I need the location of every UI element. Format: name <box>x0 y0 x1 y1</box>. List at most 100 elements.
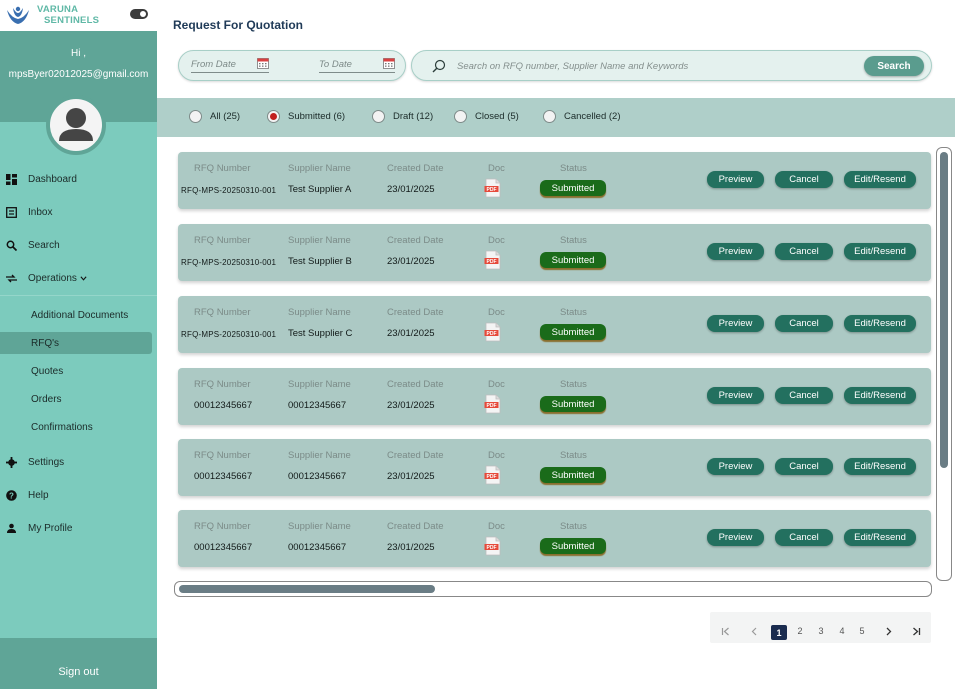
rfq-number: RFQ-MPS-20250310-001 <box>181 186 277 195</box>
vertical-scrollbar[interactable] <box>936 147 952 581</box>
page-1-button[interactable]: 1 <box>771 625 787 640</box>
prev-page-button[interactable] <box>748 624 760 638</box>
avatar[interactable] <box>46 95 106 155</box>
column-header-rfq: RFQ Number <box>194 235 251 246</box>
status-badge: Submitted <box>540 538 606 554</box>
created-date: 23/01/2025 <box>387 256 435 267</box>
page-2-button[interactable]: 2 <box>794 624 806 638</box>
preview-button[interactable]: Preview <box>707 171 764 188</box>
pdf-icon[interactable]: PDF <box>484 178 502 198</box>
filter-cancelled[interactable]: Cancelled (2) <box>543 110 621 123</box>
supplier-name: Test Supplier C <box>288 328 353 339</box>
page-5-button[interactable]: 5 <box>856 624 868 638</box>
column-header-status: Status <box>560 235 587 246</box>
cancel-button[interactable]: Cancel <box>775 243 833 260</box>
last-page-icon <box>912 627 920 635</box>
svg-text:?: ? <box>9 491 14 500</box>
first-page-button[interactable] <box>719 624 731 638</box>
search-button[interactable]: Search <box>864 56 924 76</box>
column-header-doc: Doc <box>488 235 505 246</box>
page-3-button[interactable]: 3 <box>815 624 827 638</box>
rfq-card: RFQ Number Supplier Name Created Date Do… <box>178 296 931 353</box>
radio-button[interactable] <box>454 110 467 123</box>
pdf-icon[interactable]: PDF <box>484 465 502 485</box>
sidebar-item-help[interactable]: ? Help <box>0 484 157 506</box>
pdf-icon[interactable]: PDF <box>484 322 502 342</box>
sign-out-button[interactable]: Sign out <box>0 638 157 689</box>
filter-draft[interactable]: Draft (12) <box>372 110 433 123</box>
filter-submitted[interactable]: Submitted (6) <box>267 110 345 123</box>
column-header-rfq: RFQ Number <box>194 379 251 390</box>
edit-resend-button[interactable]: Edit/Resend <box>844 458 916 475</box>
radio-button[interactable] <box>189 110 202 123</box>
pdf-icon[interactable]: PDF <box>484 394 502 414</box>
column-header-status: Status <box>560 379 587 390</box>
created-date: 23/01/2025 <box>387 471 435 482</box>
chevron-right-icon <box>886 627 891 635</box>
calendar-icon[interactable] <box>383 57 395 69</box>
search-input[interactable] <box>457 59 837 74</box>
edit-resend-button[interactable]: Edit/Resend <box>844 529 916 546</box>
radio-button-selected[interactable] <box>267 110 280 123</box>
sidebar-subitem-orders[interactable]: Orders <box>0 388 157 410</box>
brand-name-line1: VARUNA <box>37 4 79 15</box>
from-date-field[interactable]: From Date <box>191 58 269 73</box>
preview-button[interactable]: Preview <box>707 315 764 332</box>
rfq-number: 00012345667 <box>194 542 253 553</box>
column-header-doc: Doc <box>488 163 505 174</box>
calendar-icon[interactable] <box>257 57 269 69</box>
radio-button[interactable] <box>372 110 385 123</box>
last-page-button[interactable] <box>910 624 922 638</box>
radio-button[interactable] <box>543 110 556 123</box>
sidebar-subitem-additional-documents[interactable]: Additional Documents <box>0 304 157 326</box>
sidebar-subitem-rfqs[interactable]: RFQ's <box>0 332 152 354</box>
vertical-scroll-thumb[interactable] <box>940 152 948 468</box>
horizontal-scroll-thumb[interactable] <box>179 585 435 593</box>
preview-button[interactable]: Preview <box>707 387 764 404</box>
sidebar-item-settings[interactable]: Settings <box>0 451 157 473</box>
theme-toggle[interactable] <box>130 9 148 19</box>
sidebar-subitem-confirmations[interactable]: Confirmations <box>0 416 157 438</box>
sidebar-item-operations[interactable]: Operations <box>0 267 157 289</box>
preview-button[interactable]: Preview <box>707 529 764 546</box>
inbox-icon <box>5 206 17 218</box>
cancel-button[interactable]: Cancel <box>775 387 833 404</box>
brand-logo-icon <box>7 6 29 24</box>
page-title: Request For Quotation <box>173 18 303 32</box>
pdf-icon-label: PDF <box>487 187 497 193</box>
preview-button[interactable]: Preview <box>707 243 764 260</box>
filter-all[interactable]: All (25) <box>189 110 240 123</box>
column-header-rfq: RFQ Number <box>194 450 251 461</box>
sidebar-item-label: My Profile <box>28 522 73 534</box>
sidebar-item-inbox[interactable]: Inbox <box>0 201 157 223</box>
edit-resend-button[interactable]: Edit/Resend <box>844 171 916 188</box>
column-header-created: Created Date <box>387 163 444 174</box>
sidebar-item-search[interactable]: Search <box>0 234 157 256</box>
column-header-supplier: Supplier Name <box>288 235 351 246</box>
cancel-button[interactable]: Cancel <box>775 171 833 188</box>
pdf-icon[interactable]: PDF <box>484 536 502 556</box>
next-page-button[interactable] <box>882 624 894 638</box>
horizontal-scrollbar[interactable] <box>174 581 932 597</box>
created-date: 23/01/2025 <box>387 328 435 339</box>
sidebar-subitem-quotes[interactable]: Quotes <box>0 360 157 382</box>
filter-label: All (25) <box>210 111 241 122</box>
cancel-button[interactable]: Cancel <box>775 529 833 546</box>
sidebar-item-my-profile[interactable]: My Profile <box>0 517 157 539</box>
to-date-placeholder: To Date <box>319 59 352 70</box>
brand-name-line2: SENTINELS <box>44 15 100 26</box>
rfq-card: RFQ Number Supplier Name Created Date Do… <box>178 224 931 281</box>
brand-header: VARUNA SENTINELS <box>0 0 157 31</box>
page-4-button[interactable]: 4 <box>836 624 848 638</box>
to-date-field[interactable]: To Date <box>319 58 395 73</box>
edit-resend-button[interactable]: Edit/Resend <box>844 243 916 260</box>
filter-closed[interactable]: Closed (5) <box>454 110 519 123</box>
cancel-button[interactable]: Cancel <box>775 315 833 332</box>
edit-resend-button[interactable]: Edit/Resend <box>844 387 916 404</box>
cancel-button[interactable]: Cancel <box>775 458 833 475</box>
preview-button[interactable]: Preview <box>707 458 764 475</box>
edit-resend-button[interactable]: Edit/Resend <box>844 315 916 332</box>
column-header-created: Created Date <box>387 235 444 246</box>
pdf-icon[interactable]: PDF <box>484 250 502 270</box>
sidebar-item-dashboard[interactable]: Dashboard <box>0 168 157 190</box>
